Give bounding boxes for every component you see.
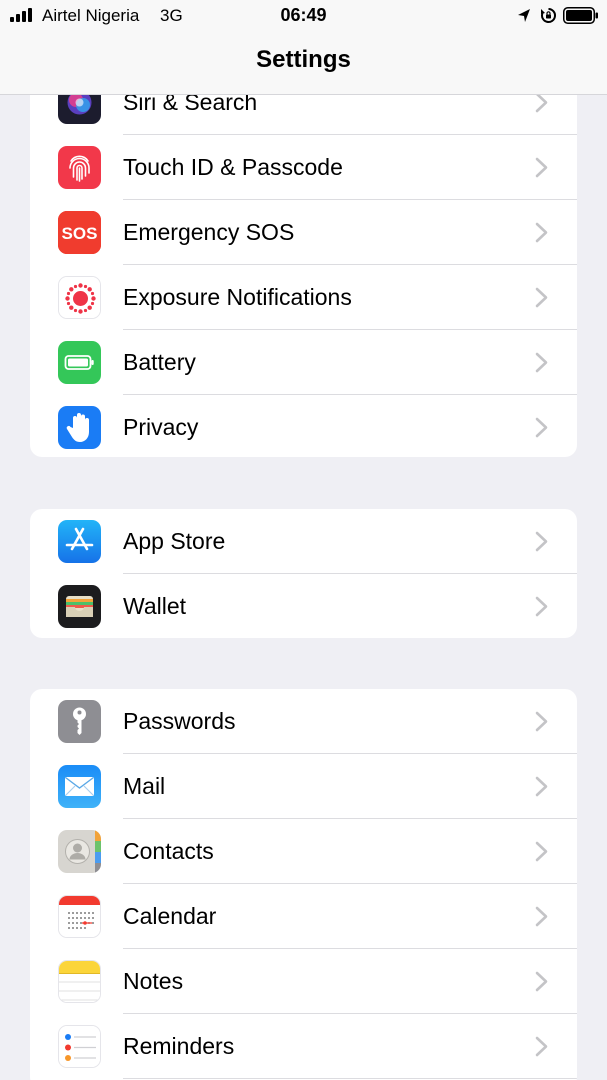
settings-row-label: Contacts — [123, 838, 214, 864]
settings-row-label: Touch ID & Passcode — [123, 154, 343, 180]
settings-row-privacy[interactable]: Privacy — [30, 395, 577, 457]
settings-row-passwords[interactable]: Passwords — [30, 689, 577, 754]
settings-row-emergency-sos[interactable]: SOS Emergency SOS — [30, 200, 577, 265]
settings-row-label: Mail — [123, 773, 166, 799]
reminders-icon — [58, 1025, 101, 1068]
settings-row-touch-id[interactable]: Touch ID & Passcode — [30, 135, 577, 200]
status-bar: Airtel Nigeria 3G 06:49 — [0, 0, 607, 32]
chevron-right-icon — [535, 417, 548, 438]
settings-row-label: Emergency SOS — [123, 219, 295, 245]
settings-row-label: Privacy — [123, 414, 199, 440]
key-icon — [58, 700, 101, 743]
chevron-right-icon — [535, 222, 548, 243]
settings-group-apps: Passwords Mail Contacts Calendar Notes R… — [30, 689, 577, 1080]
chevron-right-icon — [535, 596, 548, 617]
location-arrow-icon — [518, 9, 530, 22]
settings-row-label: Calendar — [123, 903, 217, 929]
hand-icon — [58, 406, 101, 449]
settings-row-exposure-notifications[interactable]: Exposure Notifications — [30, 265, 577, 330]
page-title: Settings — [256, 46, 351, 73]
settings-row-label: Reminders — [123, 1033, 235, 1059]
row-divider — [123, 1078, 577, 1079]
settings-group-security: Siri & Search Touch ID & Passcode SOS Em… — [30, 59, 577, 457]
chevron-right-icon — [535, 531, 548, 552]
settings-row-battery[interactable]: Battery — [30, 330, 577, 395]
settings-group-store: App Store Wallet — [30, 509, 577, 638]
app-store-icon — [58, 520, 101, 563]
rotation-lock-icon — [541, 8, 556, 23]
sos-icon-text: SOS — [62, 224, 98, 243]
chevron-right-icon — [535, 971, 548, 992]
chevron-right-icon — [535, 841, 548, 862]
chevron-right-icon — [535, 92, 548, 113]
chevron-right-icon — [535, 711, 548, 732]
status-time: 06:49 — [280, 5, 327, 25]
settings-row-reminders[interactable]: Reminders — [30, 1014, 577, 1079]
settings-row-label: App Store — [123, 528, 226, 554]
settings-row-label: Notes — [123, 968, 184, 994]
chevron-right-icon — [535, 1036, 548, 1057]
settings-row-app-store[interactable]: App Store — [30, 509, 577, 574]
settings-row-notes[interactable]: Notes — [30, 949, 577, 1014]
settings-row-label: Battery — [123, 349, 196, 375]
contacts-icon — [58, 830, 101, 873]
settings-row-contacts[interactable]: Contacts — [30, 819, 577, 884]
wallet-icon — [58, 585, 101, 628]
settings-row-label: Exposure Notifications — [123, 284, 352, 310]
settings-row-wallet[interactable]: Wallet — [30, 574, 577, 638]
mail-icon — [58, 765, 101, 808]
sos-icon: SOS — [58, 211, 101, 254]
chevron-right-icon — [535, 157, 548, 178]
calendar-icon — [58, 895, 101, 938]
settings-row-calendar[interactable]: Calendar — [30, 884, 577, 949]
chevron-right-icon — [535, 352, 548, 373]
exposure-icon — [58, 276, 101, 319]
battery-icon — [563, 7, 598, 24]
settings-row-label: Passwords — [123, 708, 236, 734]
fingerprint-icon — [58, 146, 101, 189]
header: Airtel Nigeria 3G 06:49 Settings — [0, 0, 607, 95]
settings-row-mail[interactable]: Mail — [30, 754, 577, 819]
chevron-right-icon — [535, 287, 548, 308]
battery-setting-icon — [58, 341, 101, 384]
notes-icon — [58, 960, 101, 1003]
chevron-right-icon — [535, 906, 548, 927]
settings-row-label: Wallet — [123, 593, 187, 619]
chevron-right-icon — [535, 776, 548, 797]
